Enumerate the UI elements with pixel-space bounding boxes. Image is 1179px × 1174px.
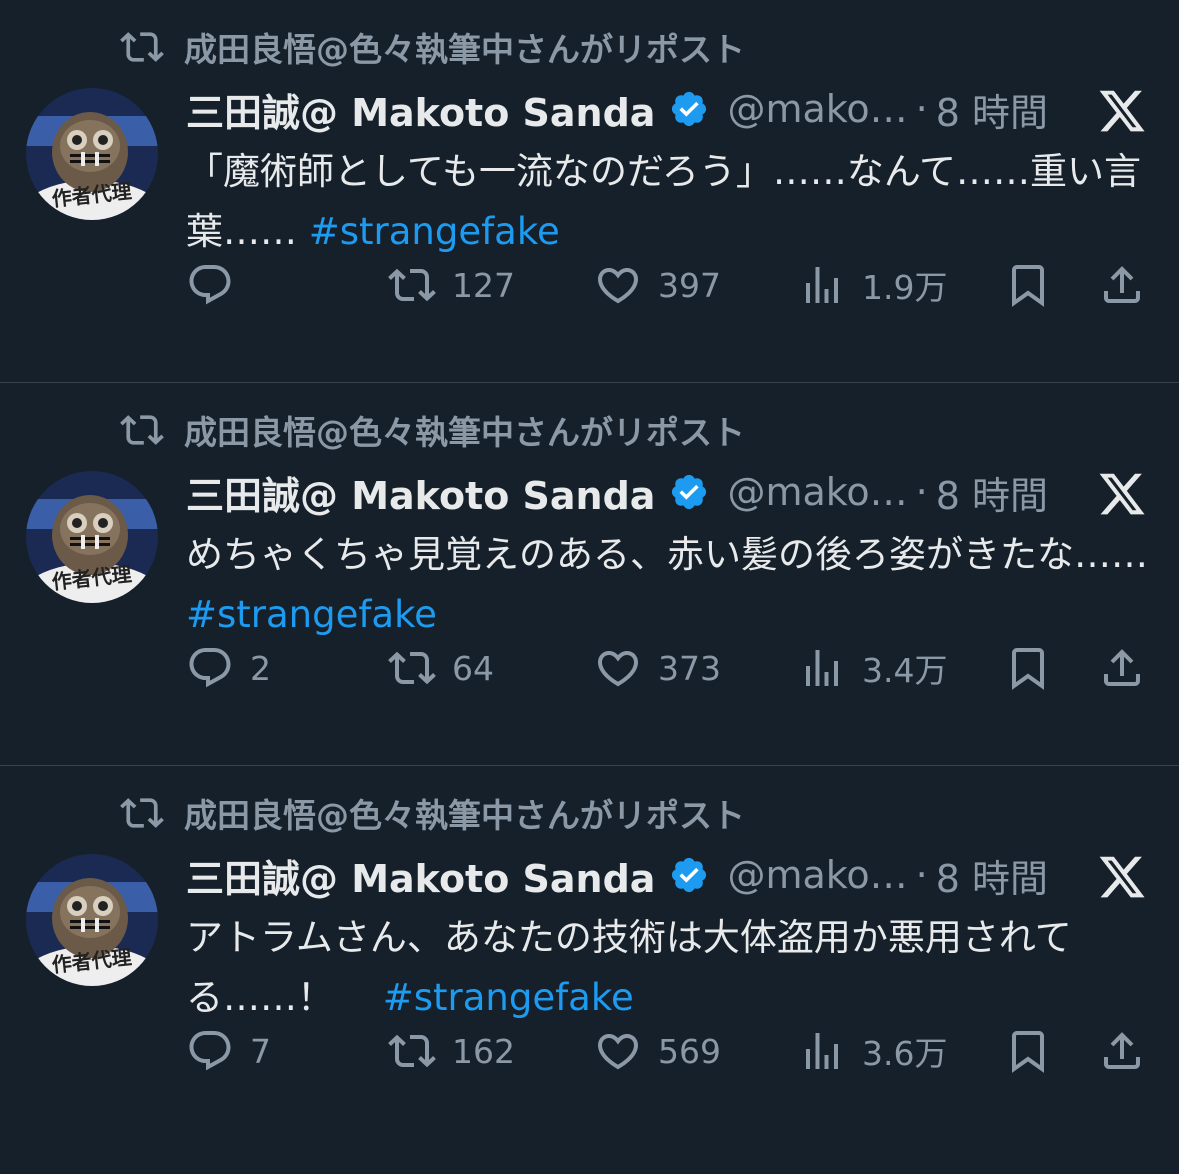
avatar[interactable]: 作者代理 — [26, 88, 158, 220]
bookmark-button[interactable] — [1004, 255, 1052, 315]
author-name[interactable]: 三田誠@ Makoto Sanda — [186, 848, 655, 903]
repost-icon — [120, 415, 164, 445]
reply-button[interactable] — [186, 255, 250, 315]
bookmark-icon — [1012, 1031, 1044, 1073]
view-count: 1.9万 — [862, 268, 948, 307]
hashtag-link[interactable]: #strangefake — [383, 976, 634, 1019]
x-logo-icon[interactable] — [1096, 469, 1148, 519]
heart-icon — [597, 268, 639, 304]
tweet-body: めちゃくちゃ見覚えのある、赤い髪の後ろ姿がきたな…… — [186, 533, 1148, 576]
reply-icon — [189, 265, 231, 305]
share-button[interactable] — [1098, 638, 1146, 698]
verified-badge-icon — [672, 857, 707, 893]
share-icon — [1104, 1032, 1140, 1069]
timestamp[interactable]: 8 時間 — [936, 82, 1048, 137]
verified-badge-icon — [672, 474, 707, 510]
reply-button[interactable]: 2 — [186, 638, 271, 698]
reply-button[interactable]: 7 — [186, 1021, 271, 1081]
view-count: 3.4万 — [862, 651, 948, 690]
tweet-header: 三田誠@ Makoto Sanda @mako… · 8 時間 — [186, 82, 1048, 137]
views-button[interactable]: 3.4万 — [798, 638, 947, 698]
tweet[interactable]: 成田良悟@色々執筆中さんがリポスト 作者代理 三田誠@ Makoto Sanda… — [0, 0, 1179, 383]
bookmark-icon — [1012, 265, 1044, 307]
hashtag-link[interactable]: #strangefake — [186, 593, 437, 636]
tweet-header: 三田誠@ Makoto Sanda @mako… · 8 時間 — [186, 848, 1048, 903]
tweet-text: めちゃくちゃ見覚えのある、赤い髪の後ろ姿がきたな…… #strangefake — [186, 525, 1156, 645]
tweet-text: アトラムさん、あなたの技術は大体盗用か悪用されてる……！ #strangefak… — [186, 908, 1156, 1028]
repost-label: 成田良悟@色々執筆中さんがリポスト — [184, 796, 745, 835]
tweet-header: 三田誠@ Makoto Sanda @mako… · 8 時間 — [186, 465, 1048, 520]
author-name[interactable]: 三田誠@ Makoto Sanda — [186, 465, 655, 520]
tweet[interactable]: 成田良悟@色々執筆中さんがリポスト 作者代理 三田誠@ Makoto Sanda… — [0, 383, 1179, 766]
reply-count: 7 — [250, 1031, 271, 1071]
tweet-actions: 127 397 1.9万 — [0, 255, 1179, 315]
repost-count: 162 — [452, 1031, 515, 1071]
repost-icon — [388, 268, 436, 302]
owl-avatar-image: 作者代理 — [26, 88, 158, 220]
tweet[interactable]: 成田良悟@色々執筆中さんがリポスト 作者代理 三田誠@ Makoto Sanda… — [0, 766, 1179, 1149]
reply-icon — [189, 648, 231, 688]
repost-button[interactable]: 64 — [388, 638, 494, 698]
like-count: 397 — [658, 265, 721, 305]
repost-count: 64 — [452, 648, 494, 688]
owl-avatar-image: 作者代理 — [26, 471, 158, 603]
author-handle[interactable]: @mako… — [727, 853, 907, 897]
hashtag-link[interactable]: #strangefake — [309, 210, 560, 253]
view-count: 3.6万 — [862, 1034, 948, 1073]
bookmark-button[interactable] — [1004, 638, 1052, 698]
author-handle[interactable]: @mako… — [727, 470, 907, 514]
timeline-feed: 成田良悟@色々執筆中さんがリポスト 作者代理 三田誠@ Makoto Sanda… — [0, 0, 1179, 1149]
author-name[interactable]: 三田誠@ Makoto Sanda — [186, 82, 655, 137]
author-handle[interactable]: @mako… — [727, 87, 907, 131]
repost-icon — [388, 651, 436, 685]
views-chart-icon — [806, 267, 838, 303]
repost-label: 成田良悟@色々執筆中さんがリポスト — [184, 413, 745, 452]
avatar[interactable]: 作者代理 — [26, 471, 158, 603]
repost-icon — [120, 32, 164, 62]
avatar[interactable]: 作者代理 — [26, 854, 158, 986]
views-chart-icon — [806, 650, 838, 686]
heart-icon — [597, 651, 639, 687]
reply-icon — [189, 1031, 231, 1071]
heart-icon — [597, 1034, 639, 1070]
separator-dot: · — [915, 853, 928, 897]
repost-context[interactable]: 成田良悟@色々執筆中さんがリポスト — [120, 26, 745, 69]
repost-context[interactable]: 成田良悟@色々執筆中さんがリポスト — [120, 409, 745, 452]
repost-context[interactable]: 成田良悟@色々執筆中さんがリポスト — [120, 792, 745, 835]
bookmark-button[interactable] — [1004, 1021, 1052, 1081]
separator-dot: · — [915, 470, 928, 514]
repost-button[interactable]: 127 — [388, 255, 515, 315]
repost-button[interactable]: 162 — [388, 1021, 515, 1081]
x-logo-icon[interactable] — [1096, 86, 1148, 136]
share-icon — [1104, 266, 1140, 303]
views-button[interactable]: 3.6万 — [798, 1021, 947, 1081]
tweet-text: 「魔術師としても一流なのだろう」……なんて……重い言葉…… #strangefa… — [186, 142, 1156, 262]
timestamp[interactable]: 8 時間 — [936, 465, 1048, 520]
like-count: 373 — [658, 648, 721, 688]
repost-icon — [120, 798, 164, 828]
reply-count: 2 — [250, 648, 271, 688]
like-count: 569 — [658, 1031, 721, 1071]
owl-avatar-image: 作者代理 — [26, 854, 158, 986]
verified-badge-icon — [672, 91, 707, 127]
repost-count: 127 — [452, 265, 515, 305]
timestamp[interactable]: 8 時間 — [936, 848, 1048, 903]
like-button[interactable]: 373 — [594, 638, 721, 698]
like-button[interactable]: 397 — [594, 255, 721, 315]
views-chart-icon — [806, 1033, 838, 1069]
x-logo-icon[interactable] — [1096, 852, 1148, 902]
share-icon — [1104, 649, 1140, 686]
share-button[interactable] — [1098, 255, 1146, 315]
tweet-actions: 7 162 569 3.6万 — [0, 1021, 1179, 1081]
repost-icon — [388, 1034, 436, 1068]
like-button[interactable]: 569 — [594, 1021, 721, 1081]
separator-dot: · — [915, 87, 928, 131]
tweet-actions: 2 64 373 3.4万 — [0, 638, 1179, 698]
bookmark-icon — [1012, 648, 1044, 690]
repost-label: 成田良悟@色々執筆中さんがリポスト — [184, 30, 745, 69]
views-button[interactable]: 1.9万 — [798, 255, 947, 315]
share-button[interactable] — [1098, 1021, 1146, 1081]
